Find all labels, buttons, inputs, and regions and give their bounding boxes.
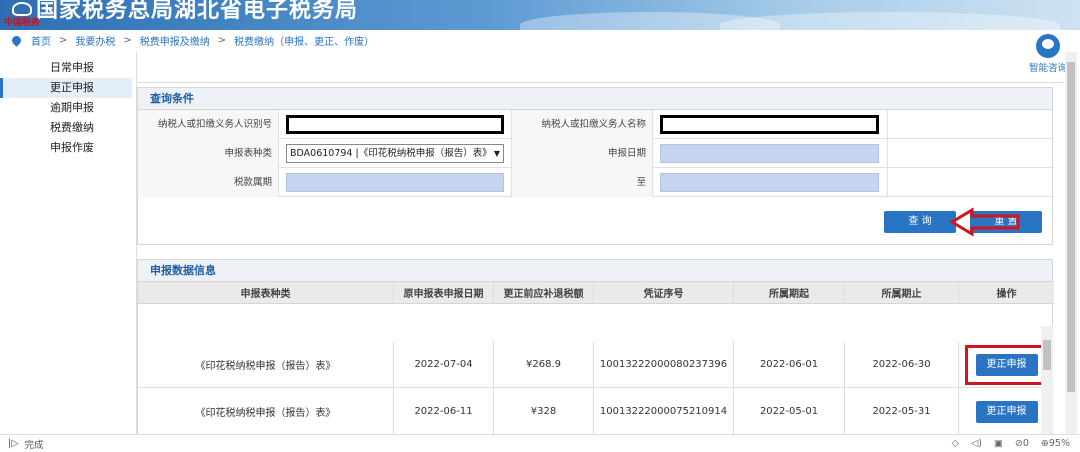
row-end: 2022-06-30	[845, 342, 959, 387]
breadcrumb-home[interactable]: 首页	[31, 33, 51, 48]
speaker-icon[interactable]: ◁)	[971, 438, 982, 449]
site-title: 国家税务总局湖北省电子税务局	[36, 0, 359, 23]
col-period-end: 所属期止	[845, 282, 959, 303]
col-original-date: 原申报表申报日期	[394, 282, 494, 303]
block-count[interactable]: ⊘0	[1015, 438, 1029, 449]
table-header: 申报表种类 原申报表申报日期 更正前应补退税额 凭证序号 所属期起 所属期止 操…	[138, 282, 1054, 304]
breadcrumb: 首页 > 我要办税 > 税费申报及缴纳 > 税费缴纳（申报、更正、作废）	[0, 30, 1080, 50]
row-form: 《印花税纳税申报（报告）表》	[138, 342, 394, 387]
location-pin-icon	[10, 33, 23, 47]
report-date-field[interactable]	[660, 144, 879, 163]
tax-period-start-field[interactable]	[286, 173, 504, 192]
search-button[interactable]: 查 询	[884, 211, 956, 233]
query-panel-title: 查询条件	[138, 88, 1052, 110]
sidebar-item-routine[interactable]: 日常申报	[0, 58, 132, 78]
row-date: 2022-06-11	[394, 388, 494, 435]
sidebar-item-void[interactable]: 申报作废	[0, 138, 132, 158]
form-type-value: BDA0610794 |《印花税纳税申报（报告）表》	[290, 148, 492, 159]
results-table: 申报表种类 原申报表申报日期 更正前应补退税额 凭证序号 所属期起 所属期止 操…	[138, 282, 1054, 435]
row-form: 《印花税纳税申报（报告）表》	[138, 388, 394, 435]
tax-period-end-field[interactable]	[660, 173, 879, 192]
main-content: 查询条件 纳税人或扣缴义务人识别号 纳税人或扣缴义务人名称 申报表种类 BDA0…	[136, 52, 1064, 435]
col-amount: 更正前应补退税额	[494, 282, 594, 303]
table-scrollbar[interactable]	[1041, 326, 1053, 435]
taxpayer-name-label: 纳税人或扣缴义务人名称	[512, 110, 653, 139]
to-label: 至	[512, 168, 653, 197]
breadcrumb-tax-service[interactable]: 我要办税	[75, 33, 115, 48]
row-start: 2022-06-01	[734, 342, 845, 387]
taxpayer-id-label: 纳税人或扣缴义务人识别号	[138, 110, 279, 139]
col-action: 操作	[996, 289, 1017, 300]
row-voucher: 10013222000075210914	[594, 388, 734, 435]
shield-icon[interactable]: ◇	[952, 438, 959, 449]
correct-declaration-button[interactable]: 更正申报	[975, 353, 1038, 376]
table-row: 《印花税纳税申报（报告）表》 2022-07-04 ¥268.9 1001322…	[138, 342, 1054, 388]
row-start: 2022-05-01	[734, 388, 845, 435]
table-row: 《印花税纳税申报（报告）表》 2022-06-11 ¥328 100132220…	[138, 388, 1054, 435]
annotation-arrow-icon	[950, 207, 1020, 237]
report-date-label: 申报日期	[512, 139, 653, 168]
header-banner: 国家税务总局湖北省电子税务局 中国税务	[0, 0, 1080, 30]
highlight-box: 更正申报	[964, 344, 1049, 385]
tax-logo-icon	[12, 2, 32, 16]
col-voucher: 凭证序号	[594, 282, 734, 303]
row-amount: ¥268.9	[494, 342, 594, 387]
row-voucher: 10013222000080237396	[594, 342, 734, 387]
screen-icon[interactable]: ▣	[994, 438, 1003, 449]
correct-declaration-button[interactable]: 更正申报	[975, 400, 1038, 423]
col-period-start: 所属期起	[734, 282, 845, 303]
form-type-label: 申报表种类	[138, 139, 279, 168]
results-panel-title: 申报数据信息	[138, 260, 1052, 282]
results-panel: 申报数据信息 申报表种类 原申报表申报日期 更正前应补退税额 凭证序号 所属期起…	[137, 259, 1054, 435]
sidebar: 日常申报 更正申报 逾期申报 税费缴纳 申报作废	[0, 58, 132, 158]
tax-period-label: 税款属期	[138, 168, 279, 197]
brand-mark: 中国税务	[4, 18, 41, 28]
row-amount: ¥328	[494, 388, 594, 435]
banner-decoration	[720, 12, 1060, 30]
dropdown-arrow-icon: ▼	[493, 149, 500, 158]
zoom-level[interactable]: ⊕95%	[1041, 438, 1070, 449]
status-icon: |▷	[8, 438, 19, 449]
row-end: 2022-05-31	[845, 388, 959, 435]
page-scrollbar-thumb[interactable]	[1067, 62, 1075, 392]
scrollbar-thumb[interactable]	[1043, 340, 1051, 370]
page-scrollbar[interactable]	[1065, 52, 1077, 434]
sidebar-item-payment[interactable]: 税费缴纳	[0, 118, 132, 138]
row-date: 2022-07-04	[394, 342, 494, 387]
col-form-type: 申报表种类	[138, 282, 394, 303]
taxpayer-id-field[interactable]	[286, 115, 504, 134]
form-type-select[interactable]: BDA0610794 |《印花税纳税申报（报告）表》 ▼	[286, 144, 504, 163]
breadcrumb-current: 税费缴纳（申报、更正、作废）	[234, 36, 375, 48]
query-panel: 查询条件 纳税人或扣缴义务人识别号 纳税人或扣缴义务人名称 申报表种类 BDA0…	[137, 87, 1054, 245]
breadcrumb-declare-pay[interactable]: 税费申报及缴纳	[140, 33, 210, 48]
sidebar-item-correction[interactable]: 更正申报	[0, 78, 132, 98]
sidebar-item-overdue[interactable]: 逾期申报	[0, 98, 132, 118]
taxpayer-name-field[interactable]	[660, 115, 879, 134]
status-text: 完成	[24, 439, 44, 451]
status-bar: |▷ 完成 ◇ ◁) ▣ ⊘0 ⊕95%	[0, 434, 1080, 452]
